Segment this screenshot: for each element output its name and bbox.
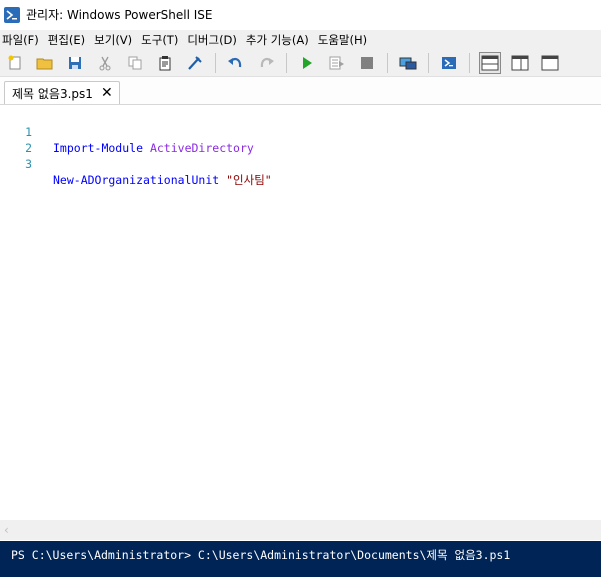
- code-argument: ActiveDirectory: [149, 141, 254, 155]
- tab-script[interactable]: 제목 없음3.ps1 ✕: [4, 81, 120, 104]
- menu-edit[interactable]: 편집(E): [46, 32, 92, 48]
- run-script-icon[interactable]: [296, 52, 318, 74]
- menu-bar: 파일(F) 편집(E) 보기(V) 도구(T) 디버그(D) 추가 기능(A) …: [0, 30, 601, 49]
- save-icon[interactable]: [64, 52, 86, 74]
- menu-view[interactable]: 보기(V): [92, 32, 139, 48]
- editor-horizontal-scrollbar[interactable]: ‹: [0, 520, 601, 540]
- open-folder-icon[interactable]: [34, 52, 56, 74]
- script-tab-strip: 제목 없음3.ps1 ✕: [0, 77, 601, 105]
- console-prompt: PS C:\Users\Administrator> C:\Users\Admi…: [11, 548, 511, 562]
- toolbar-separator: [215, 52, 216, 73]
- code-line: 1 Import-Module ActiveDirectory: [0, 108, 254, 155]
- code-keyword: New-ADOrganizationalUnit: [53, 173, 220, 187]
- layout-top-icon[interactable]: [479, 51, 501, 74]
- powershell-console-icon[interactable]: [438, 52, 460, 74]
- new-remote-tab-icon[interactable]: [397, 52, 419, 74]
- code-text: Import-Module ActiveDirectory: [53, 140, 254, 156]
- layout-right-icon[interactable]: [509, 52, 531, 74]
- menu-help[interactable]: 도움말(H): [316, 32, 374, 48]
- menu-addons[interactable]: 추가 기능(A): [244, 32, 316, 48]
- code-line: 2: [0, 124, 32, 155]
- code-text: New-ADOrganizationalUnit "인사팀": [53, 172, 272, 188]
- window-title: 관리자: Windows PowerShell ISE: [26, 8, 213, 22]
- toolbar-separator: [286, 52, 287, 73]
- code-keyword: Import-Module: [53, 141, 144, 155]
- script-editor[interactable]: 1 Import-Module ActiveDirectory 2 3 New-…: [0, 105, 601, 520]
- layout-max-icon[interactable]: [539, 52, 561, 74]
- redo-icon[interactable]: [255, 52, 277, 74]
- scroll-left-icon[interactable]: ‹: [4, 523, 9, 537]
- clear-console-icon[interactable]: [184, 52, 206, 74]
- toolbar-separator: [387, 52, 388, 73]
- stop-icon[interactable]: [356, 52, 378, 74]
- powershell-ise-icon: [4, 6, 20, 23]
- code-string: "인사팀": [226, 173, 272, 187]
- title-bar: 관리자: Windows PowerShell ISE: [0, 0, 601, 29]
- toolbar: [0, 49, 601, 77]
- menu-tools[interactable]: 도구(T): [139, 32, 185, 48]
- tab-label: 제목 없음3.ps1: [12, 86, 93, 101]
- toolbar-separator: [469, 52, 470, 73]
- new-file-icon[interactable]: [4, 52, 26, 74]
- line-number: 3: [25, 157, 32, 171]
- close-icon[interactable]: ✕: [101, 86, 113, 100]
- paste-icon[interactable]: [154, 52, 176, 74]
- code-line: 3 New-ADOrganizationalUnit "인사팀": [0, 140, 272, 187]
- console-pane[interactable]: PS C:\Users\Administrator> C:\Users\Admi…: [0, 541, 601, 577]
- undo-icon[interactable]: [225, 52, 247, 74]
- cut-icon[interactable]: [94, 52, 116, 74]
- run-selection-icon[interactable]: [326, 52, 348, 74]
- menu-file[interactable]: 파일(F): [0, 32, 46, 48]
- toolbar-separator: [428, 52, 429, 73]
- menu-debug[interactable]: 디버그(D): [185, 32, 244, 48]
- copy-icon[interactable]: [124, 52, 146, 74]
